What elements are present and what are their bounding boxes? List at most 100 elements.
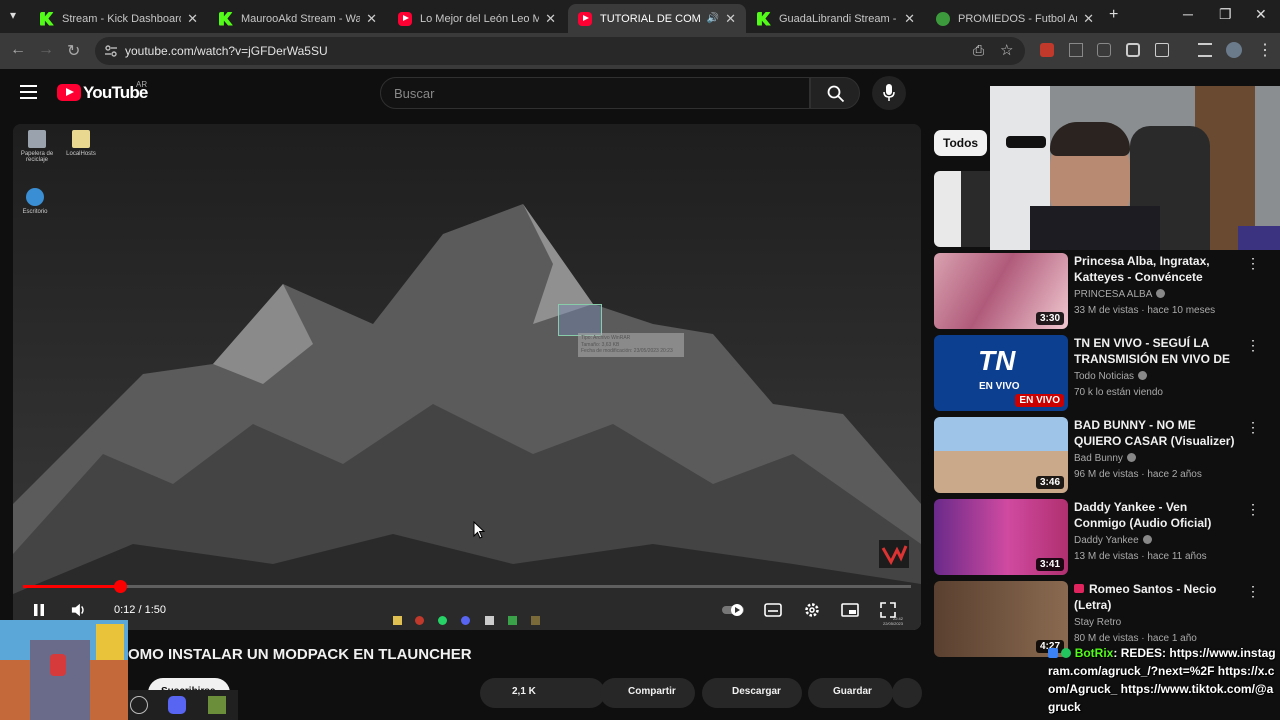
channel-name[interactable]: Stay Retro (1074, 617, 1121, 628)
reload-icon[interactable]: ↻ (67, 41, 80, 61)
browser-tab[interactable]: Lo Mejor del León Leo Mattioli ✕ (388, 4, 566, 33)
extension-icon[interactable] (1097, 43, 1111, 57)
more-actions-button[interactable] (892, 678, 922, 708)
desktop-recycle-bin-icon[interactable]: Papelera de reciclaje (17, 130, 57, 163)
settings-gear-icon[interactable] (803, 602, 821, 618)
speaker-icon[interactable]: 🔊 (707, 13, 719, 24)
video-title[interactable]: TN EN VIVO - SEGUÍ LA TRANSMISIÓN EN VIV… (1074, 335, 1239, 367)
share-button[interactable]: Compartir (600, 678, 695, 708)
discord-icon (461, 616, 470, 625)
hamburger-menu-icon[interactable] (20, 85, 37, 99)
close-icon[interactable]: ✕ (366, 11, 377, 27)
forward-icon[interactable]: → (38, 41, 54, 59)
desktop-folder-icon[interactable]: LocalHosts (61, 130, 101, 157)
address-bar[interactable]: youtube.com/watch?v=jGFDerWa5SU ⎙ ☆ (95, 37, 1025, 65)
desktop-icon-label: Escritorio (22, 209, 48, 215)
tab-title: GuadaLibrandi Stream - Watch (779, 12, 898, 25)
video-title[interactable]: BAD BUNNY - NO ME QUIERO CASAR (Visualiz… (1074, 417, 1239, 449)
webcam-shirt (1030, 206, 1160, 250)
video-thumbnail[interactable]: 3:46 (934, 417, 1068, 493)
install-app-icon[interactable]: ⎙ (973, 42, 984, 59)
tab-search-icon[interactable]: ▾ (10, 8, 16, 22)
window-close-button[interactable]: ✕ (1255, 6, 1267, 23)
save-button[interactable]: Guardar (808, 678, 893, 708)
subtitles-icon[interactable] (764, 602, 782, 618)
profile-avatar[interactable] (1226, 42, 1242, 58)
discord-icon[interactable] (168, 696, 186, 714)
more-options-icon[interactable]: ⋮ (1246, 337, 1260, 354)
new-tab-button[interactable]: + (1109, 6, 1118, 24)
filter-chip-all[interactable]: Todos (934, 130, 988, 156)
video-title[interactable]: Romeo Santos - Necio (Letra) (1074, 581, 1239, 613)
video-thumbnail[interactable]: 3:30 (934, 253, 1068, 329)
download-button[interactable]: Descargar (702, 678, 802, 708)
close-icon[interactable]: ✕ (904, 11, 915, 27)
browser-tab[interactable]: PROMIEDOS - Futbol Argentino ✕ (926, 4, 1104, 33)
game-coins (96, 624, 124, 660)
bookmark-star-icon[interactable]: ☆ (1000, 41, 1013, 59)
live-badge: EN VIVO (1015, 394, 1064, 407)
extension-icon[interactable] (1069, 43, 1083, 57)
recommendation-item[interactable]: TN EN VIVO EN VIVO TN EN VIVO - SEGUÍ LA… (934, 335, 1269, 411)
back-icon[interactable]: ← (10, 41, 26, 59)
like-dislike-button[interactable]: 2,1 K (480, 678, 605, 708)
close-icon[interactable]: ✕ (1083, 11, 1094, 27)
more-options-icon[interactable]: ⋮ (1246, 583, 1260, 600)
channel-name[interactable]: Daddy Yankee (1074, 535, 1152, 546)
obs-icon[interactable] (130, 696, 148, 714)
minimize-button[interactable]: ─ (1183, 6, 1193, 22)
video-thumbnail[interactable]: TN EN VIVO EN VIVO (934, 335, 1068, 411)
browser-tab[interactable]: MaurooAkd Stream - Watch ✕ (209, 4, 387, 33)
extensions-puzzle-icon[interactable] (1155, 43, 1169, 57)
progress-scrubber[interactable] (113, 580, 127, 593)
search-input[interactable]: Buscar (380, 77, 810, 109)
recommendation-item[interactable]: 3:30 Princesa Alba, Ingratax, Katteyes -… (934, 253, 1269, 329)
media-control-icon[interactable] (1198, 43, 1212, 57)
close-icon[interactable]: ✕ (725, 11, 736, 27)
desktop-edge-icon[interactable]: Escritorio (15, 188, 55, 215)
restore-button[interactable]: ❐ (1219, 6, 1232, 23)
desktop-icon-label: Papelera de reciclaje (20, 151, 54, 163)
browser-tab[interactable]: GuadaLibrandi Stream - Watch ✕ (747, 4, 925, 33)
video-meta: 96 M de vistas · hace 2 años (1074, 469, 1202, 480)
url-text[interactable]: youtube.com/watch?v=jGFDerWa5SU (125, 44, 328, 58)
thumbnail-text: EN VIVO (979, 381, 1020, 392)
autoplay-toggle[interactable] (721, 602, 747, 618)
browser-tab-active[interactable]: TUTORIAL DE COMO INSTALAR 🔊 ✕ (568, 4, 746, 33)
tlauncher-icon (531, 616, 540, 625)
search-button[interactable] (810, 77, 860, 109)
youtube-logo[interactable]: YouTube AR (57, 80, 157, 104)
miniplayer-icon[interactable] (841, 602, 859, 618)
recommendation-item[interactable]: 3:41 Daddy Yankee - Ven Conmigo (Audio O… (934, 499, 1269, 575)
app-icon (485, 616, 494, 625)
winrar-file-icon[interactable] (558, 304, 602, 336)
minecraft-icon[interactable] (208, 696, 226, 714)
gameplay-overlay (0, 620, 128, 720)
browser-tab[interactable]: Stream - Kick Dashboard ✕ (30, 4, 208, 33)
extension-icon[interactable] (1040, 43, 1054, 57)
channel-name[interactable]: Bad Bunny (1074, 453, 1136, 464)
close-icon[interactable]: ✕ (545, 11, 556, 27)
pause-icon[interactable] (31, 602, 47, 618)
site-info-icon[interactable] (104, 44, 118, 58)
video-title[interactable]: Daddy Yankee - Ven Conmigo (Audio Oficia… (1074, 499, 1239, 531)
video-title[interactable]: Princesa Alba, Ingratax, Katteyes - Conv… (1074, 253, 1239, 285)
volume-icon[interactable] (71, 602, 87, 618)
voice-search-button[interactable] (872, 76, 906, 110)
recommendation-item[interactable]: 3:46 BAD BUNNY - NO ME QUIERO CASAR (Vis… (934, 417, 1269, 493)
play-triangle (66, 88, 74, 96)
streamer-taskbar (128, 690, 238, 720)
more-options-icon[interactable]: ⋮ (1246, 255, 1260, 272)
more-options-icon[interactable]: ⋮ (1246, 419, 1260, 436)
channel-name[interactable]: Todo Noticias (1074, 371, 1148, 382)
channel-watermark[interactable] (879, 540, 909, 568)
progress-bar[interactable] (23, 580, 911, 593)
video-thumbnail[interactable]: 3:41 (934, 499, 1068, 575)
video-player[interactable]: Papelera de reciclaje LocalHosts Escrito… (13, 124, 921, 630)
close-icon[interactable]: ✕ (187, 11, 198, 27)
folder-icon (72, 130, 90, 148)
menu-kebab-icon[interactable]: ⋮ (1257, 40, 1273, 60)
more-options-icon[interactable]: ⋮ (1246, 501, 1260, 518)
extension-icon[interactable] (1126, 43, 1140, 57)
channel-name[interactable]: PRINCESA ALBA (1074, 289, 1166, 300)
